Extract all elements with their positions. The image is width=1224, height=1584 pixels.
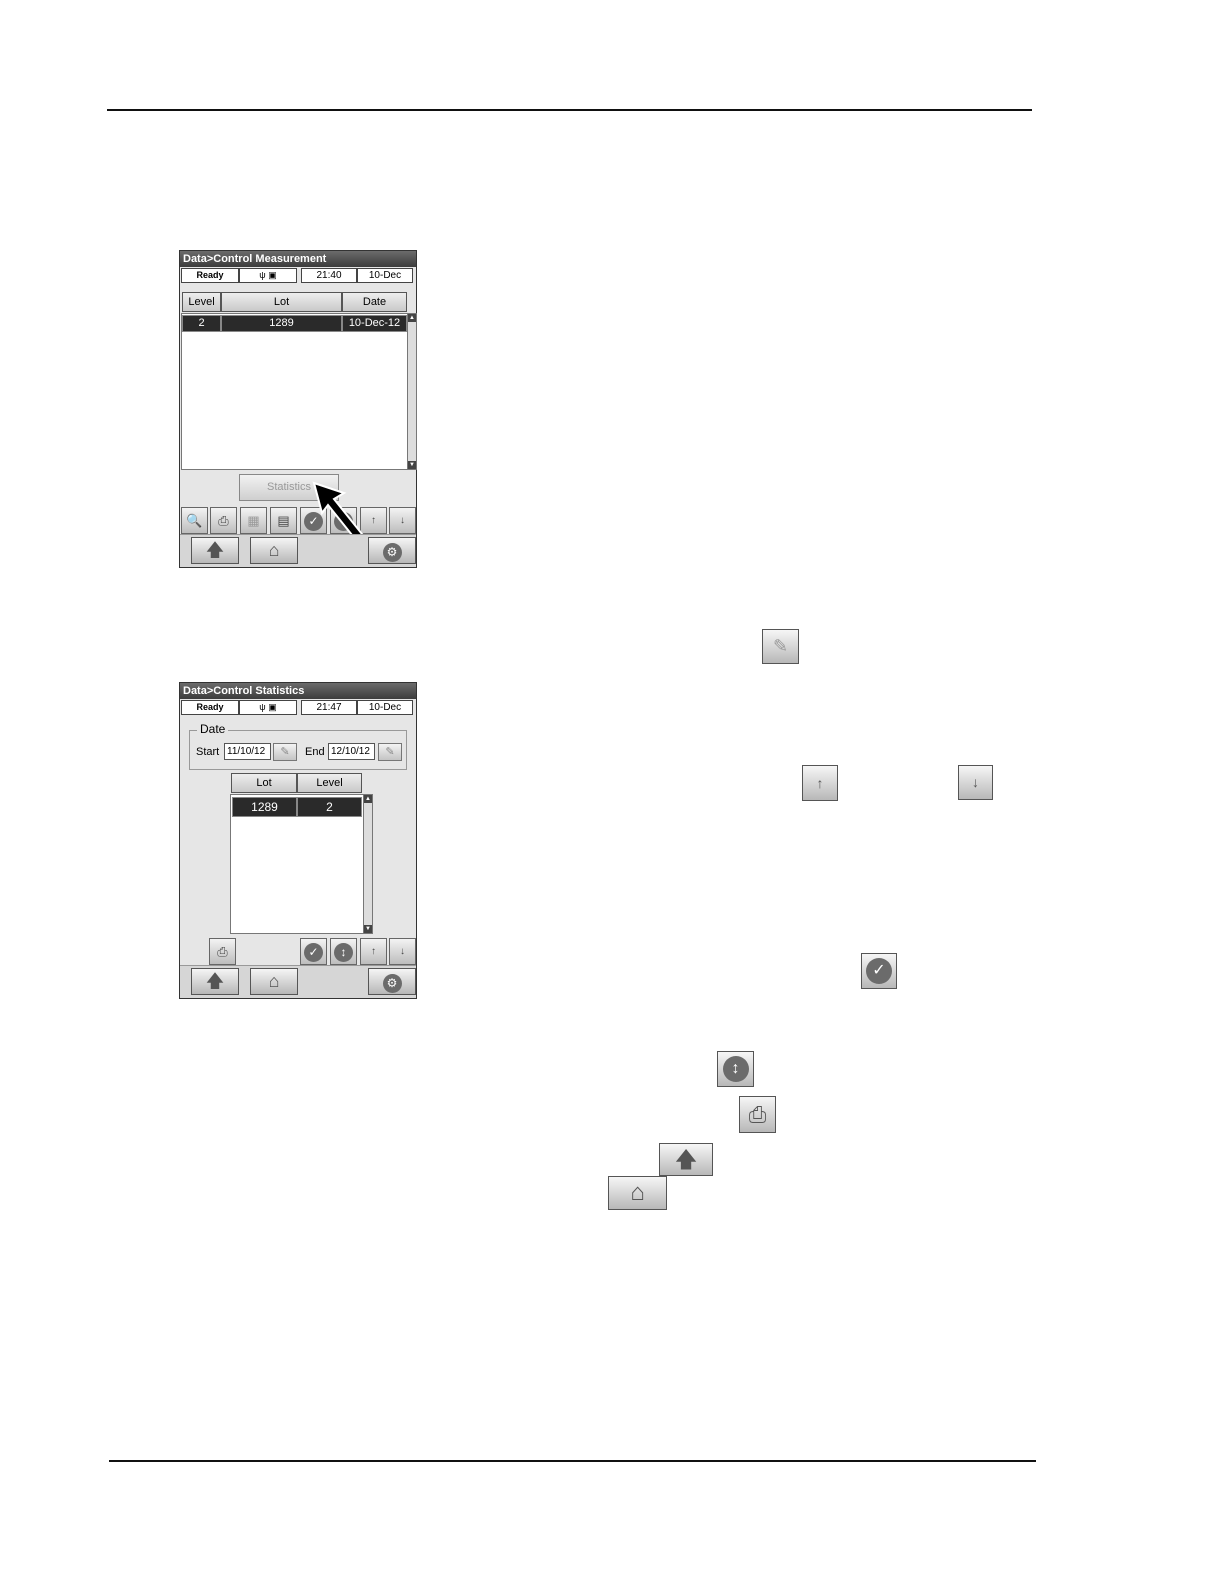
status-date: 10-Dec — [357, 700, 413, 715]
magnifier-icon[interactable]: 🔍 — [181, 507, 208, 534]
pencil-icon[interactable]: ✎ — [273, 743, 297, 761]
wrench-icon[interactable]: ⚙ — [368, 968, 416, 995]
table-row[interactable]: 1289 2 — [232, 797, 362, 817]
pencil-icon[interactable]: ✎ — [378, 743, 402, 761]
cell-level: 2 — [297, 797, 362, 817]
status-time: 21:47 — [301, 700, 357, 715]
status-bar: Ready ψ ▣ 21:47 10-Dec — [181, 700, 415, 715]
up-down-icon[interactable]: ↕ — [330, 938, 357, 965]
start-date-field[interactable]: 11/10/12 — [224, 743, 271, 760]
page-up-icon[interactable]: ↑ — [360, 938, 387, 965]
start-label: Start — [196, 746, 220, 758]
table-header: Lot Level — [231, 773, 362, 793]
col-level[interactable]: Level — [182, 292, 221, 312]
col-date[interactable]: Date — [342, 292, 407, 312]
control-measurement-screen: Data>Control Measurement Ready ψ ▣ 21:40… — [179, 250, 417, 568]
scroll-up-icon[interactable]: ▲ — [408, 314, 416, 322]
status-bar: Ready ψ ▣ 21:40 10-Dec — [181, 268, 415, 283]
screen-title: Data>Control Statistics — [180, 683, 416, 699]
home-icon: ⌂ — [608, 1176, 667, 1210]
statistics-list[interactable]: 1289 2 ▲ ▼ — [230, 794, 373, 934]
measurement-list[interactable]: 2 1289 10-Dec-12 ▲ ▼ — [181, 313, 417, 470]
scrollbar[interactable]: ▲ ▼ — [407, 314, 416, 469]
date-group-label: Date — [197, 722, 229, 736]
export-icon[interactable]: ▤ — [270, 507, 297, 534]
scroll-up-icon[interactable]: ▲ — [364, 795, 372, 803]
status-date: 10-Dec — [357, 268, 413, 283]
printer-icon[interactable]: ⎙ — [210, 507, 237, 534]
bottom-nav: 🡅 ⌂ ⚙ — [180, 534, 416, 567]
status-ready: Ready — [181, 268, 239, 283]
cell-date: 10-Dec-12 — [342, 315, 407, 332]
up-arrow-icon[interactable]: 🡅 — [191, 968, 239, 995]
table-header: Level Lot Date — [182, 292, 407, 312]
date-range-group: Date Start 11/10/12 ✎ End 12/10/12 ✎ — [189, 722, 407, 770]
usb-network-icon: ψ ▣ — [239, 700, 297, 715]
pencil-icon: ✎ — [762, 629, 799, 664]
status-ready: Ready — [181, 700, 239, 715]
usb-network-icon: ψ ▣ — [239, 268, 297, 283]
footer-rule — [109, 1460, 1036, 1462]
col-level[interactable]: Level — [297, 773, 362, 793]
home-icon[interactable]: ⌂ — [250, 537, 298, 564]
end-label: End — [305, 746, 325, 758]
wrench-icon[interactable]: ⚙ — [368, 537, 416, 564]
cell-lot: 1289 — [221, 315, 342, 332]
scroll-down-icon[interactable]: ▼ — [364, 925, 372, 933]
trash-icon[interactable]: ▦ — [240, 507, 267, 534]
status-time: 21:40 — [301, 268, 357, 283]
header-rule — [107, 109, 1032, 111]
page-down-icon[interactable]: ↓ — [389, 507, 416, 534]
home-icon[interactable]: ⌂ — [250, 968, 298, 995]
page-down-icon[interactable]: ↓ — [389, 938, 416, 965]
bottom-nav: 🡅 ⌂ ⚙ — [180, 965, 416, 998]
check-icon[interactable]: ✓ — [300, 938, 327, 965]
printer-icon[interactable]: ⎙ — [209, 938, 236, 965]
col-lot[interactable]: Lot — [231, 773, 297, 793]
scrollbar[interactable]: ▲ ▼ — [363, 795, 372, 933]
page-down-icon: ↓ — [958, 765, 993, 800]
up-down-icon: ↕ — [717, 1051, 754, 1087]
cell-lot: 1289 — [232, 797, 297, 817]
control-statistics-screen: Data>Control Statistics Ready ψ ▣ 21:47 … — [179, 682, 417, 999]
printer-icon: ⎙ — [739, 1096, 776, 1133]
col-lot[interactable]: Lot — [221, 292, 342, 312]
screen-title: Data>Control Measurement — [180, 251, 416, 267]
cell-level: 2 — [182, 315, 221, 332]
up-arrow-icon[interactable]: 🡅 — [191, 537, 239, 564]
end-date-field[interactable]: 12/10/12 — [328, 743, 375, 760]
scroll-down-icon[interactable]: ▼ — [408, 461, 416, 469]
up-arrow-icon: 🡅 — [659, 1143, 713, 1176]
page-up-icon: ↑ — [802, 765, 838, 801]
check-icon: ✓ — [861, 953, 897, 989]
table-row[interactable]: 2 1289 10-Dec-12 — [182, 315, 407, 332]
